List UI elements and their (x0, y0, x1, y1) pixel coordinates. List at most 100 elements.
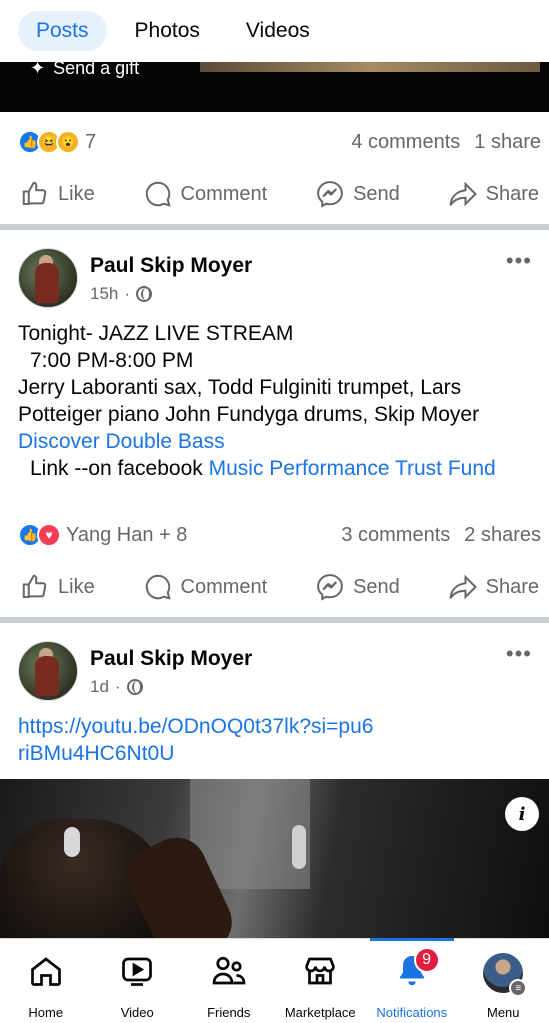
reaction-icons[interactable]: 👍 ♥ Yang Han + 8 (18, 523, 187, 547)
nav-notifications[interactable]: 9 Notifications (366, 938, 458, 1023)
thumbs-up-icon (22, 574, 47, 598)
post-line: 7:00 PM-8:00 PM (30, 349, 194, 372)
tab-videos[interactable]: Videos (228, 11, 328, 51)
nav-label: Menu (486, 1005, 520, 1020)
nav-menu[interactable]: ≡ Menu (458, 939, 549, 1023)
post3-header: Paul Skip Moyer 1d · ••• (18, 641, 538, 703)
like-label: Like (58, 182, 95, 205)
home-icon (30, 957, 61, 986)
nav-video[interactable]: Video (92, 939, 184, 1023)
shares-count[interactable]: 2 shares (464, 524, 541, 547)
comments-count[interactable]: 3 comments (341, 524, 450, 547)
profile-tabs: Posts Photos Videos (0, 0, 549, 62)
post-meta: 1d · (90, 677, 143, 697)
wow-reaction-icon: 😮 (56, 130, 80, 154)
notification-badge: 9 (413, 947, 440, 973)
menu-hamburger-icon: ≡ (509, 979, 528, 997)
gift-icon: ✦ (30, 62, 46, 78)
post2-actions: Like Comment Send Share (0, 559, 549, 615)
more-options-icon[interactable]: ••• (506, 641, 532, 667)
youtube-link[interactable]: https://youtu.be/ODnOQ0t37lk?si=pu6riBMu… (18, 715, 373, 765)
profile-avatar: ≡ (483, 953, 528, 997)
avatar[interactable] (18, 248, 78, 308)
post-line: Link --on facebook (30, 457, 209, 480)
reaction-icons[interactable]: 👍 😆 😮 7 (18, 130, 96, 154)
post1-reaction-summary[interactable]: 👍 😆 😮 7 4 comments 1 share (0, 122, 549, 162)
meta-separator: · (114, 677, 121, 696)
post-paragraph: Link --on facebook Music Performance Tru… (18, 455, 538, 482)
post2-reaction-summary[interactable]: 👍 ♥ Yang Han + 8 3 comments 2 shares (0, 515, 549, 555)
post2-header: Paul Skip Moyer 15h · ••• (18, 248, 538, 310)
post-divider (0, 224, 549, 230)
post-paragraph: Jerry Laboranti sax, Todd Fulginiti trum… (18, 374, 538, 455)
like-button[interactable]: Like (20, 179, 95, 209)
share-label: Share (485, 182, 539, 205)
tab-photos[interactable]: Photos (117, 11, 218, 51)
marketplace-store-icon (305, 957, 336, 985)
tab-posts[interactable]: Posts (18, 11, 107, 51)
post2-body: Tonight- JAZZ LIVE STREAM 7:00 PM-8:00 P… (18, 320, 538, 482)
share-arrow-icon (449, 574, 477, 600)
comment-button[interactable]: Comment (143, 572, 268, 602)
send-label: Send (353, 182, 400, 205)
nav-label: Marketplace (284, 1005, 356, 1020)
share-button[interactable]: Share (448, 572, 539, 602)
send-gift-label: Send a gift (53, 62, 140, 78)
post-time[interactable]: 15h (90, 284, 118, 304)
post1-actions: Like Comment Send Share (0, 166, 549, 222)
share-button[interactable]: Share (448, 179, 539, 209)
comment-label: Comment (180, 575, 268, 598)
comment-label: Comment (180, 182, 268, 205)
globe-icon (136, 286, 153, 302)
send-label: Send (353, 575, 400, 598)
info-icon[interactable]: i (505, 797, 539, 831)
friends-icon (212, 956, 246, 985)
reactors-label: Yang Han + 8 (66, 523, 188, 546)
nav-marketplace[interactable]: Marketplace (275, 939, 367, 1023)
thumbs-up-icon (22, 181, 47, 205)
share-arrow-icon (449, 181, 477, 207)
like-label: Like (58, 575, 95, 598)
send-gift-button[interactable]: ✦ Send a gift (30, 62, 139, 79)
avatar[interactable] (18, 641, 78, 701)
previous-post-video[interactable]: ✦ Send a gift (0, 62, 549, 112)
send-button[interactable]: Send (315, 572, 400, 602)
video-thumbnail[interactable]: i (0, 779, 549, 939)
post-line: Tonight- JAZZ LIVE STREAM (18, 322, 294, 345)
nav-home[interactable]: Home (0, 939, 92, 1023)
video-frame-edge (200, 62, 540, 72)
nav-label: Video (120, 1005, 154, 1020)
like-button[interactable]: Like (20, 572, 95, 602)
share-label: Share (485, 575, 539, 598)
more-options-icon[interactable]: ••• (506, 248, 532, 274)
globe-icon (126, 679, 143, 695)
microphone (64, 827, 80, 857)
tagged-page-link[interactable]: Music Performance Trust Fund (209, 457, 496, 480)
post-divider (0, 617, 549, 623)
nav-friends[interactable]: Friends (183, 939, 275, 1023)
post3-body: https://youtu.be/ODnOQ0t37lk?si=pu6riBMu… (18, 713, 378, 767)
tagged-page-link[interactable]: Discover Double Bass (18, 430, 225, 453)
microphone (292, 825, 306, 869)
messenger-icon (317, 574, 343, 601)
nav-label: Notifications (376, 1005, 448, 1020)
post-meta: 15h · (90, 284, 153, 304)
comments-count[interactable]: 4 comments (351, 131, 460, 154)
comment-button[interactable]: Comment (143, 179, 268, 209)
comment-icon (145, 181, 171, 207)
comment-icon (145, 574, 171, 600)
bottom-nav: Home Video Friends Marketplace 9 Notific… (0, 938, 549, 1023)
post-author[interactable]: Paul Skip Moyer (90, 647, 252, 671)
post-time[interactable]: 1d (90, 677, 109, 697)
shares-count[interactable]: 1 share (474, 131, 541, 154)
messenger-icon (317, 181, 343, 208)
nav-label: Friends (207, 1005, 251, 1020)
post-line: Jerry Laboranti sax, Todd Fulginiti trum… (18, 376, 480, 426)
meta-separator: · (124, 284, 131, 303)
video-play-icon (122, 957, 153, 986)
post-author[interactable]: Paul Skip Moyer (90, 254, 252, 278)
send-button[interactable]: Send (315, 179, 400, 209)
love-reaction-icon: ♥ (37, 523, 61, 547)
nav-label: Home (28, 1005, 64, 1020)
reaction-count: 7 (85, 130, 97, 153)
